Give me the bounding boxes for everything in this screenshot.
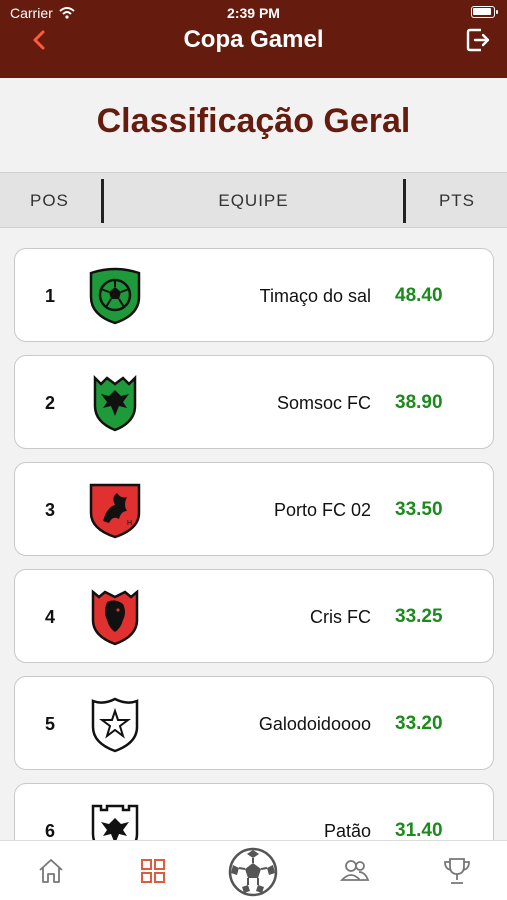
- team-points: 33.25: [395, 606, 443, 627]
- green-soccer-ball-crest-icon: [89, 267, 141, 325]
- row-position: 5: [45, 714, 56, 734]
- team-name: Porto FC 02: [273, 500, 371, 520]
- column-team: EQUIPE: [218, 191, 289, 210]
- white-star-crest-icon: [91, 697, 139, 753]
- team-points: 31.40: [395, 820, 443, 840]
- grid-icon[interactable]: [138, 856, 168, 886]
- title-section: Classificação Geral: [0, 78, 507, 172]
- column-pos: POS: [30, 191, 69, 210]
- app-header: Carrier 2:39 PM Copa Gamel: [0, 0, 507, 78]
- battery-icon: [471, 6, 498, 18]
- logout-icon[interactable]: [465, 27, 491, 53]
- row-position: 3: [45, 500, 56, 520]
- row-position: 2: [45, 393, 56, 413]
- soccer-ball-icon[interactable]: [228, 847, 278, 897]
- green-eagle-crest-icon: [93, 374, 137, 432]
- team-name: Cris FC: [310, 607, 371, 627]
- standing-row[interactable]: 3 H Porto FC 02 33.50: [14, 462, 494, 556]
- standing-row[interactable]: 4 Cris FC 33.25: [14, 569, 494, 663]
- row-position: 6: [45, 821, 56, 840]
- bottom-tab-bar: [0, 840, 507, 900]
- row-position: 1: [45, 286, 56, 306]
- team-name: Timaço do sal: [259, 286, 371, 306]
- standings-column-header: POS EQUIPE PTS: [0, 172, 507, 228]
- red-dragon-crest-icon: H: [89, 483, 141, 539]
- team-points: 33.50: [395, 499, 443, 520]
- team-points: 38.90: [395, 392, 443, 413]
- standing-row[interactable]: 2 Somsoc FC 38.90: [14, 355, 494, 449]
- team-name: Patão: [323, 821, 371, 840]
- standing-row[interactable]: 5 Galodoidoooo 33.20: [14, 676, 494, 770]
- red-lion-crest-icon: [91, 589, 139, 646]
- white-eagle-crest-icon: [91, 804, 139, 840]
- trophy-icon[interactable]: [443, 856, 471, 886]
- people-icon[interactable]: [340, 856, 370, 886]
- status-bar: Carrier 2:39 PM: [0, 0, 507, 26]
- team-name: Somsoc FC: [276, 393, 371, 413]
- row-position: 4: [45, 607, 56, 627]
- column-divider: [403, 179, 406, 223]
- home-icon[interactable]: [36, 856, 66, 886]
- team-name: Galodoidoooo: [258, 714, 371, 734]
- page-title: Classificação Geral: [96, 102, 411, 140]
- team-points: 33.20: [395, 713, 443, 734]
- status-time: 2:39 PM: [227, 5, 280, 21]
- standing-row[interactable]: 6 Patão 31.40: [14, 783, 494, 840]
- standing-row[interactable]: 1 Timaço do sal 48.40: [14, 248, 494, 342]
- standings-list[interactable]: 1 Timaço do sal 48.40 2 Somsoc FC 38.90 …: [0, 228, 507, 840]
- app-title: Copa Gamel: [183, 26, 324, 53]
- svg-text:H: H: [127, 520, 132, 527]
- column-pts: PTS: [438, 191, 475, 210]
- team-points: 48.40: [395, 285, 443, 306]
